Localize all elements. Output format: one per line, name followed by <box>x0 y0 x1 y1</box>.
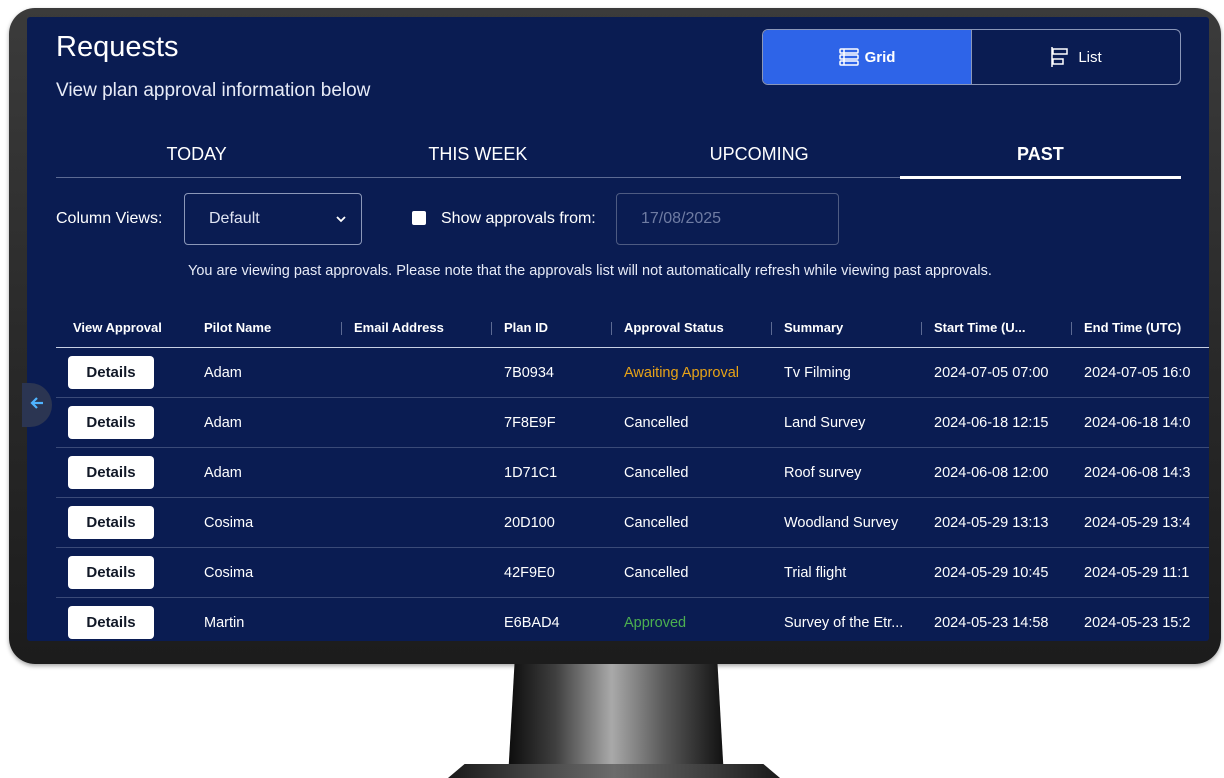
details-button[interactable]: Details <box>68 606 154 639</box>
plan-id: E6BAD4 <box>504 614 560 631</box>
end-time: 2024-05-29 11:1 <box>1084 564 1190 581</box>
monitor-stand <box>508 664 724 778</box>
start-time: 2024-05-23 14:58 <box>934 614 1049 631</box>
approval-status: Cancelled <box>624 414 689 431</box>
column-header-summary[interactable]: Summary <box>772 320 922 335</box>
date-tabs: TODAY THIS WEEK UPCOMING PAST <box>56 131 1182 179</box>
table-row: Details Adam 1D71C1 Cancelled Roof surve… <box>56 448 1209 498</box>
plan-id: 42F9E0 <box>504 564 555 581</box>
list-view-label: List <box>1078 48 1102 66</box>
details-button[interactable]: Details <box>68 506 154 539</box>
approval-status: Awaiting Approval <box>624 364 740 381</box>
table-row: Details Cosima 20D100 Cancelled Woodland… <box>56 498 1209 548</box>
pilot-name: Cosima <box>204 514 254 531</box>
column-header-view-approval[interactable]: View Approval <box>56 320 192 335</box>
table-row: Details Adam 7F8E9F Cancelled Land Surve… <box>56 398 1209 448</box>
summary: Survey of the Etr... <box>784 614 904 631</box>
table-row: Details Cosima 42F9E0 Cancelled Trial fl… <box>56 548 1209 598</box>
approval-status: Cancelled <box>624 564 689 581</box>
arrow-left-icon <box>29 395 45 416</box>
start-time: 2024-05-29 10:45 <box>934 564 1049 581</box>
column-header-plan-id[interactable]: Plan ID <box>492 320 612 335</box>
tab-this-week[interactable]: THIS WEEK <box>337 131 618 177</box>
summary: Trial flight <box>784 564 847 581</box>
end-time: 2024-06-18 14:0 <box>1084 414 1191 431</box>
show-approvals-checkbox[interactable] <box>412 211 426 225</box>
end-time: 2024-06-08 14:3 <box>1084 464 1191 481</box>
table-header: View Approval Pilot Name Email Address P… <box>56 307 1209 348</box>
app-screen: Requests View plan approval information … <box>27 17 1209 641</box>
tab-today[interactable]: TODAY <box>56 131 337 177</box>
end-time: 2024-05-29 13:4 <box>1084 514 1191 531</box>
column-header-start-time[interactable]: Start Time (U... <box>922 320 1072 335</box>
summary: Roof survey <box>784 464 862 481</box>
plan-id: 7F8E9F <box>504 414 556 431</box>
end-time: 2024-07-05 16:0 <box>1084 364 1191 381</box>
approvals-table: View Approval Pilot Name Email Address P… <box>56 307 1209 641</box>
pilot-name: Cosima <box>204 564 254 581</box>
column-header-approval-status[interactable]: Approval Status <box>612 320 772 335</box>
pilot-name: Martin <box>204 614 245 631</box>
column-views-label: Column Views: <box>56 210 163 227</box>
view-toggle: Grid List <box>762 29 1181 85</box>
pilot-name: Adam <box>204 464 242 481</box>
start-time: 2024-05-29 13:13 <box>934 514 1049 531</box>
start-time: 2024-07-05 07:00 <box>934 364 1049 381</box>
approval-status: Cancelled <box>624 514 689 531</box>
end-time: 2024-05-23 15:2 <box>1084 614 1191 631</box>
past-approvals-notice: You are viewing past approvals. Please n… <box>188 263 992 279</box>
plan-id: 20D100 <box>504 514 555 531</box>
details-button[interactable]: Details <box>68 456 154 489</box>
list-layout-icon <box>1050 46 1072 68</box>
column-views-select[interactable]: Default <box>184 193 362 245</box>
grid-list-icon <box>838 48 859 66</box>
table-row: Details Adam 7B0934 Awaiting Approval Tv… <box>56 348 1209 398</box>
start-time: 2024-06-08 12:00 <box>934 464 1049 481</box>
approval-status: Approved <box>624 614 687 631</box>
column-views-value: Default <box>209 210 260 227</box>
plan-id: 1D71C1 <box>504 464 558 481</box>
start-time: 2024-06-18 12:15 <box>934 414 1049 431</box>
approvals-date-input[interactable] <box>616 193 839 245</box>
show-approvals-label: Show approvals from: <box>441 210 596 227</box>
details-button[interactable]: Details <box>68 356 154 389</box>
monitor-stand-base <box>448 764 780 778</box>
tab-past[interactable]: PAST <box>899 131 1182 179</box>
tab-upcoming[interactable]: UPCOMING <box>619 131 900 177</box>
grid-view-label: Grid <box>864 48 896 66</box>
column-header-pilot-name[interactable]: Pilot Name <box>192 320 342 335</box>
plan-id: 7B0934 <box>504 364 554 381</box>
pilot-name: Adam <box>204 364 242 381</box>
details-button[interactable]: Details <box>68 406 154 439</box>
chevron-down-icon <box>335 210 347 228</box>
pilot-name: Adam <box>204 414 242 431</box>
column-header-email-address[interactable]: Email Address <box>342 320 492 335</box>
approval-status: Cancelled <box>624 464 689 481</box>
page-title: Requests <box>56 31 179 63</box>
grid-view-button[interactable]: Grid <box>763 30 971 84</box>
summary: Land Survey <box>784 414 866 431</box>
summary: Tv Filming <box>784 364 851 381</box>
summary: Woodland Survey <box>784 514 899 531</box>
list-view-button[interactable]: List <box>971 30 1180 84</box>
column-header-end-time[interactable]: End Time (UTC) <box>1072 320 1209 335</box>
page-subtitle: View plan approval information below <box>56 80 371 101</box>
details-button[interactable]: Details <box>68 556 154 589</box>
table-row: Details Martin E6BAD4 Approved Survey of… <box>56 598 1209 641</box>
